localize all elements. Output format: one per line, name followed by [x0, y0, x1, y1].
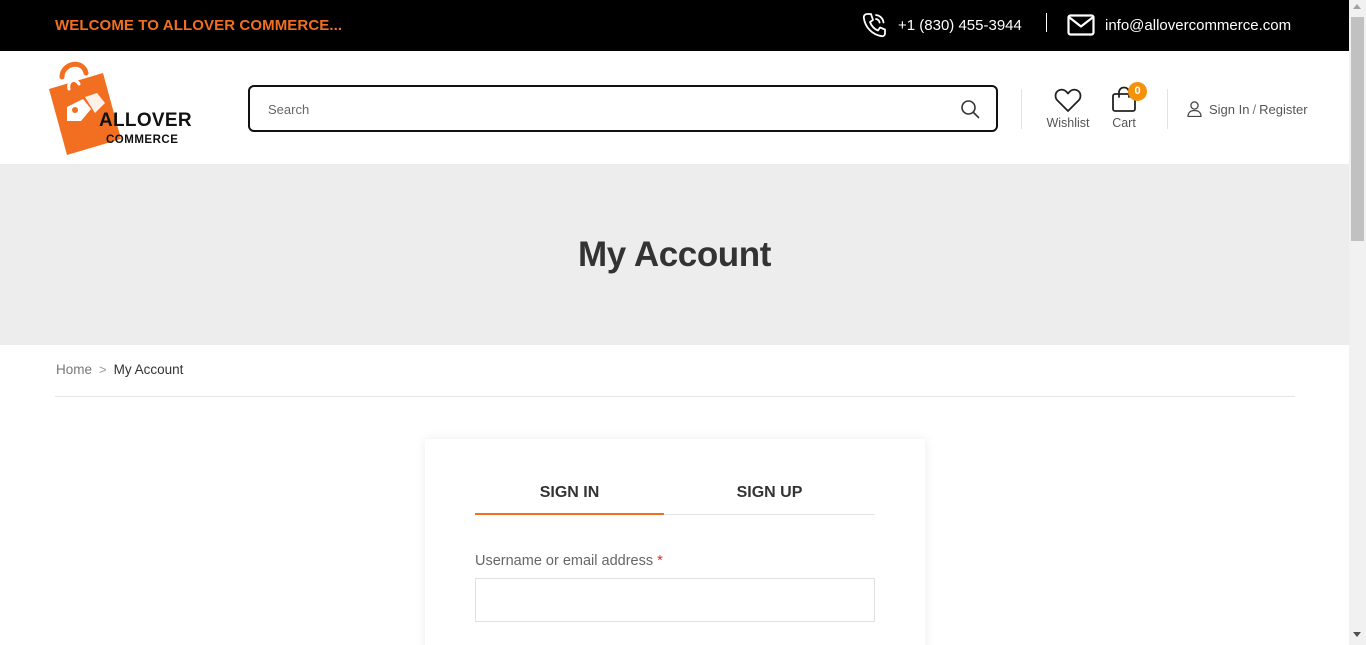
cart-label: Cart — [1112, 116, 1136, 130]
header-divider — [1021, 89, 1022, 129]
user-icon — [1187, 101, 1202, 117]
account-links: Sign In / Register — [1187, 99, 1308, 119]
email-address: info@allovercommerce.com — [1105, 16, 1292, 34]
heart-icon — [1054, 88, 1082, 112]
breadcrumb-current: My Account — [113, 362, 184, 377]
username-field[interactable] — [475, 578, 875, 622]
search-bar — [248, 85, 998, 132]
register-link[interactable]: Register — [1259, 102, 1307, 117]
search-input[interactable] — [268, 99, 928, 119]
account-link-separator: / — [1252, 101, 1257, 117]
chevron-right-icon: > — [99, 362, 107, 377]
phone-icon — [862, 13, 886, 38]
envelope-icon — [1067, 14, 1095, 36]
welcome-text: WELCOME TO ALLOVER COMMERCE... — [55, 17, 343, 34]
cart-count-badge: 0 — [1128, 82, 1147, 101]
page-title: My Account — [577, 235, 772, 274]
phone-contact[interactable]: +1 (830) 455-3944 — [862, 11, 1022, 39]
username-label-text: Username or email address — [475, 553, 654, 569]
site-header: ALLOVER COMMERCE Wishlist 0 Cart Sign In… — [0, 51, 1349, 164]
auth-tabs: SIGN IN SIGN UP — [475, 483, 875, 515]
breadcrumb-divider — [55, 396, 1295, 397]
phone-number: +1 (830) 455-3944 — [898, 16, 1022, 34]
username-label: Username or email address * — [475, 553, 663, 569]
tab-sign-in[interactable]: SIGN IN — [475, 483, 664, 515]
scroll-down-arrow-icon[interactable] — [1353, 632, 1361, 637]
scroll-thumb[interactable] — [1351, 17, 1364, 241]
tab-sign-up[interactable]: SIGN UP — [664, 483, 875, 514]
page-scrollbar[interactable] — [1349, 0, 1366, 645]
breadcrumb: Home > My Account — [56, 362, 183, 377]
email-contact[interactable]: info@allovercommerce.com — [1067, 12, 1291, 38]
sign-in-link[interactable]: Sign In — [1209, 102, 1249, 117]
scroll-up-arrow-icon[interactable] — [1353, 4, 1361, 9]
header-divider — [1167, 89, 1168, 129]
wishlist-button[interactable]: Wishlist — [1043, 88, 1093, 133]
logo-text-commerce: COMMERCE — [106, 134, 179, 146]
top-bar: WELCOME TO ALLOVER COMMERCE... +1 (830) … — [0, 0, 1349, 51]
search-icon[interactable] — [960, 99, 980, 119]
cart-button[interactable]: 0 Cart — [1104, 82, 1147, 134]
site-logo[interactable]: ALLOVER COMMERCE — [45, 57, 195, 157]
logo-text-allover: ALLOVER — [99, 110, 192, 131]
wishlist-label: Wishlist — [1046, 116, 1090, 130]
page-banner: My Account — [0, 164, 1349, 345]
breadcrumb-home-link[interactable]: Home — [56, 362, 92, 377]
login-card: SIGN IN SIGN UP Username or email addres… — [425, 439, 925, 645]
topbar-divider — [1046, 13, 1047, 32]
required-mark: * — [657, 553, 663, 569]
